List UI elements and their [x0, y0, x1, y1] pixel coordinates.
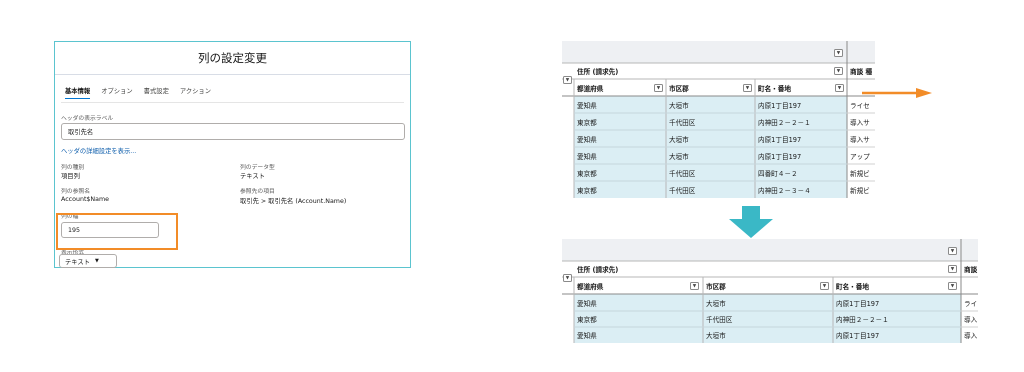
table-cell[interactable]: アップ — [847, 147, 875, 164]
chevron-down-icon[interactable]: ▼ — [834, 67, 843, 75]
column-header-street: 町名・番地 — [758, 84, 791, 93]
chevron-down-icon[interactable]: ▼ — [834, 49, 843, 57]
group-header-address: 住所 (請求先) — [577, 68, 619, 76]
column-header-street: 町名・番地 — [836, 282, 869, 291]
chevron-down-icon[interactable]: ▼ — [948, 265, 957, 273]
table-cell[interactable]: 新規ビ — [847, 164, 875, 181]
group-header-deal: 商談 — [964, 266, 978, 274]
table-cell[interactable]: 新規ビ — [847, 181, 875, 198]
chevron-down-icon[interactable]: ▼ — [563, 76, 572, 84]
table-cell[interactable]: 大垣市 — [703, 294, 833, 311]
data-type-value: テキスト — [240, 173, 265, 180]
table-cell[interactable]: 東京都 — [574, 164, 666, 181]
tab-options[interactable]: オプション — [101, 86, 132, 99]
dialog-header: 列の設定変更 — [55, 42, 410, 75]
bottom-spreadsheet: ▼ 住所 (請求先) ▼ 商談 ▼ 都道府県 ▼ 市区郡 ▼ 町名・番地 ▼ 愛… — [562, 239, 978, 343]
table-cell[interactable]: 愛知県 — [574, 327, 703, 343]
column-header-prefecture: 都道府県 — [577, 282, 604, 291]
table-cell[interactable]: 千代田区 — [666, 164, 755, 181]
table-cell[interactable]: 愛知県 — [574, 96, 666, 113]
table-cell[interactable]: 内原1丁目197 — [755, 130, 847, 147]
table-cell[interactable]: ライ — [961, 294, 978, 311]
header-label-caption: ヘッダの表示ラベル — [61, 116, 114, 122]
header-detail-link[interactable]: ヘッダの詳細設定を表示... — [61, 146, 136, 155]
chevron-down-icon[interactable]: ▼ — [835, 84, 844, 92]
table-cell[interactable]: 大垣市 — [666, 147, 755, 164]
chevron-down-icon[interactable]: ▼ — [948, 247, 957, 255]
tab-format[interactable]: 書式設定 — [144, 86, 169, 99]
column-header-city: 市区郡 — [706, 282, 726, 291]
table-cell[interactable]: 導入 — [961, 327, 978, 343]
table-cell[interactable]: 四番町４－２ — [755, 164, 847, 181]
table-cell[interactable]: 内神田２－２－１ — [755, 113, 847, 130]
table-cell[interactable]: 大垣市 — [666, 130, 755, 147]
table-cell[interactable]: 愛知県 — [574, 147, 666, 164]
arrow-right-icon — [862, 88, 932, 98]
column-header-city: 市区郡 — [669, 84, 689, 93]
chevron-down-icon[interactable]: ▼ — [563, 274, 572, 282]
tabs-divider — [61, 102, 404, 103]
table-cell[interactable]: 内原1丁目197 — [755, 147, 847, 164]
display-format-value: テキスト — [65, 258, 90, 266]
column-type-value: 項目列 — [61, 173, 80, 180]
display-format-select[interactable]: テキスト ▼ — [59, 254, 117, 268]
group-header-deal: 商談 種 — [850, 68, 873, 76]
table-cell[interactable]: 大垣市 — [666, 96, 755, 113]
table-cell[interactable]: 内原1丁目197 — [833, 327, 961, 343]
table-cell[interactable]: 千代田区 — [666, 113, 755, 130]
column-header-prefecture: 都道府県 — [577, 84, 604, 93]
table-cell[interactable]: 内原1丁目197 — [833, 294, 961, 311]
tab-bar: 基本情報 オプション 書式設定 アクション — [65, 86, 211, 99]
table-cell[interactable]: 愛知県 — [574, 130, 666, 147]
tab-actions[interactable]: アクション — [180, 86, 211, 99]
chevron-down-icon[interactable]: ▼ — [820, 282, 829, 290]
width-highlight-box — [56, 213, 178, 250]
header-label-input[interactable]: 取引先名 — [61, 123, 405, 140]
dialog-title: 列の設定変更 — [198, 51, 267, 65]
table-cell[interactable]: 千代田区 — [666, 181, 755, 198]
table-cell[interactable]: 内神田２－３－４ — [755, 181, 847, 198]
table-cell[interactable]: 東京都 — [574, 113, 666, 130]
table-cell[interactable]: 導入 — [961, 311, 978, 327]
top-spreadsheet: ▼ 住所 (請求先) ▼ 商談 種 ▼ 都道府県 ▼ 市区郡 ▼ 町名・番地 ▼… — [562, 41, 875, 198]
table-cell[interactable]: ライセ — [847, 96, 875, 113]
table-cell[interactable]: 愛知県 — [574, 294, 703, 311]
data-type-caption: 列のデータ型 — [240, 165, 275, 171]
table-cell[interactable]: 内原1丁目197 — [755, 96, 847, 113]
ref-name-caption: 列の参照名 — [61, 189, 90, 195]
chevron-down-icon[interactable]: ▼ — [948, 282, 957, 290]
chevron-down-icon[interactable]: ▼ — [690, 282, 699, 290]
table-cell[interactable]: 導入サ — [847, 113, 875, 130]
table-cell[interactable]: 千代田区 — [703, 311, 833, 327]
chevron-down-icon[interactable]: ▼ — [654, 84, 663, 92]
table-cell[interactable]: 東京都 — [574, 311, 703, 327]
ref-name-value: Account$Name — [61, 196, 110, 203]
chevron-down-icon: ▼ — [95, 258, 99, 264]
column-type-caption: 列の種別 — [61, 165, 85, 171]
ref-field-caption: 参照先の項目 — [240, 189, 275, 195]
table-cell[interactable]: 内神田２－２－１ — [833, 311, 961, 327]
table-cell[interactable]: 東京都 — [574, 181, 666, 198]
table-cell[interactable]: 導入サ — [847, 130, 875, 147]
table-cell[interactable]: 大垣市 — [703, 327, 833, 343]
ref-field-value: 取引先 > 取引先名 (Account.Name) — [240, 198, 347, 205]
arrow-down-icon — [729, 206, 773, 238]
tab-basic-info[interactable]: 基本情報 — [65, 86, 91, 99]
group-header-address: 住所 (請求先) — [577, 266, 619, 274]
chevron-down-icon[interactable]: ▼ — [743, 84, 752, 92]
